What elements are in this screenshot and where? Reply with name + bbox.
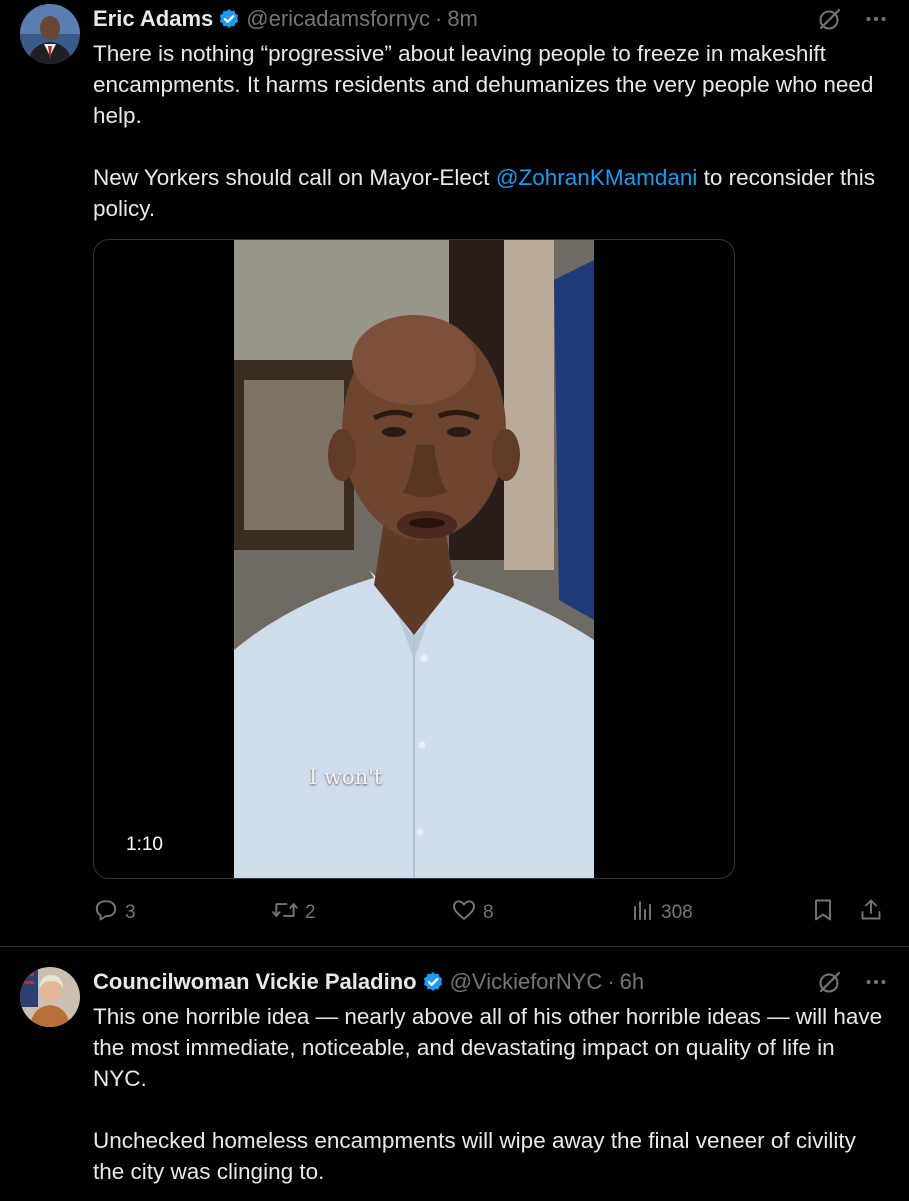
tweet-header: Councilwoman Vickie Paladino @VickieforN… xyxy=(93,966,644,998)
tweet-paragraph: New Yorkers should call on Mayor-Elect @… xyxy=(93,162,883,224)
more-options-icon[interactable] xyxy=(865,971,887,998)
handle[interactable]: @VickieforNYC xyxy=(450,969,603,995)
mention-link[interactable]: @ZohranKMamdani xyxy=(496,165,698,190)
verified-badge-icon xyxy=(422,971,444,993)
avatar[interactable] xyxy=(20,4,80,64)
views-button[interactable]: 308 xyxy=(631,896,693,930)
tweet-paragraph: This one horrible idea — nearly above al… xyxy=(93,1004,883,1091)
tweet-eric-adams[interactable]: Eric Adams @ericadamsfornyc · 8m There i… xyxy=(0,0,909,946)
verified-badge-icon xyxy=(218,8,240,30)
display-name[interactable]: Eric Adams xyxy=(93,6,213,32)
tweet-actions: 3 2 8 308 xyxy=(93,896,883,930)
tweet-top-actions xyxy=(817,6,887,37)
grok-icon[interactable] xyxy=(817,6,843,37)
display-name[interactable]: Councilwoman Vickie Paladino xyxy=(93,969,417,995)
bookmark-button[interactable] xyxy=(811,896,835,930)
separator-dot: · xyxy=(607,969,615,994)
separator-dot: · xyxy=(434,6,443,31)
timestamp[interactable]: 6h xyxy=(620,969,644,995)
reply-count: 3 xyxy=(125,902,136,923)
handle[interactable]: @ericadamsfornyc xyxy=(246,6,430,32)
reply-button[interactable]: 3 xyxy=(93,896,136,930)
heart-icon xyxy=(451,897,477,929)
grok-icon[interactable] xyxy=(817,969,843,1000)
analytics-icon xyxy=(631,898,655,928)
text-segment: New Yorkers should call on Mayor-Elect xyxy=(93,165,496,190)
share-button[interactable] xyxy=(859,896,883,930)
avatar[interactable] xyxy=(20,967,80,1027)
tweet-header: Eric Adams @ericadamsfornyc · 8m xyxy=(93,3,478,35)
video-duration: 1:10 xyxy=(126,834,163,855)
like-count: 8 xyxy=(483,902,494,923)
like-button[interactable]: 8 xyxy=(451,896,494,930)
tweet-text: This one horrible idea — nearly above al… xyxy=(93,1001,883,1187)
share-icon xyxy=(859,897,883,929)
tweet-paragraph: Unchecked homeless encampments will wipe… xyxy=(93,1128,856,1184)
views-count: 308 xyxy=(661,902,693,923)
repost-icon xyxy=(271,897,299,929)
tweet-top-actions xyxy=(817,969,887,1000)
repost-button[interactable]: 2 xyxy=(271,896,316,930)
more-options-icon[interactable] xyxy=(865,8,887,35)
timestamp[interactable]: 8m xyxy=(447,6,478,32)
bookmark-icon xyxy=(811,897,835,929)
tweet-text: There is nothing “progressive” about lea… xyxy=(93,38,883,224)
video-player[interactable]: I won't 1:10 xyxy=(93,239,735,879)
repost-count: 2 xyxy=(305,902,316,923)
video-caption: I won't xyxy=(309,765,383,789)
video-thumbnail[interactable] xyxy=(234,240,594,878)
reply-icon xyxy=(93,897,119,929)
tweet-vickie-paladino[interactable]: Councilwoman Vickie Paladino @VickieforN… xyxy=(0,946,909,1201)
tweet-paragraph: There is nothing “progressive” about lea… xyxy=(93,41,874,128)
